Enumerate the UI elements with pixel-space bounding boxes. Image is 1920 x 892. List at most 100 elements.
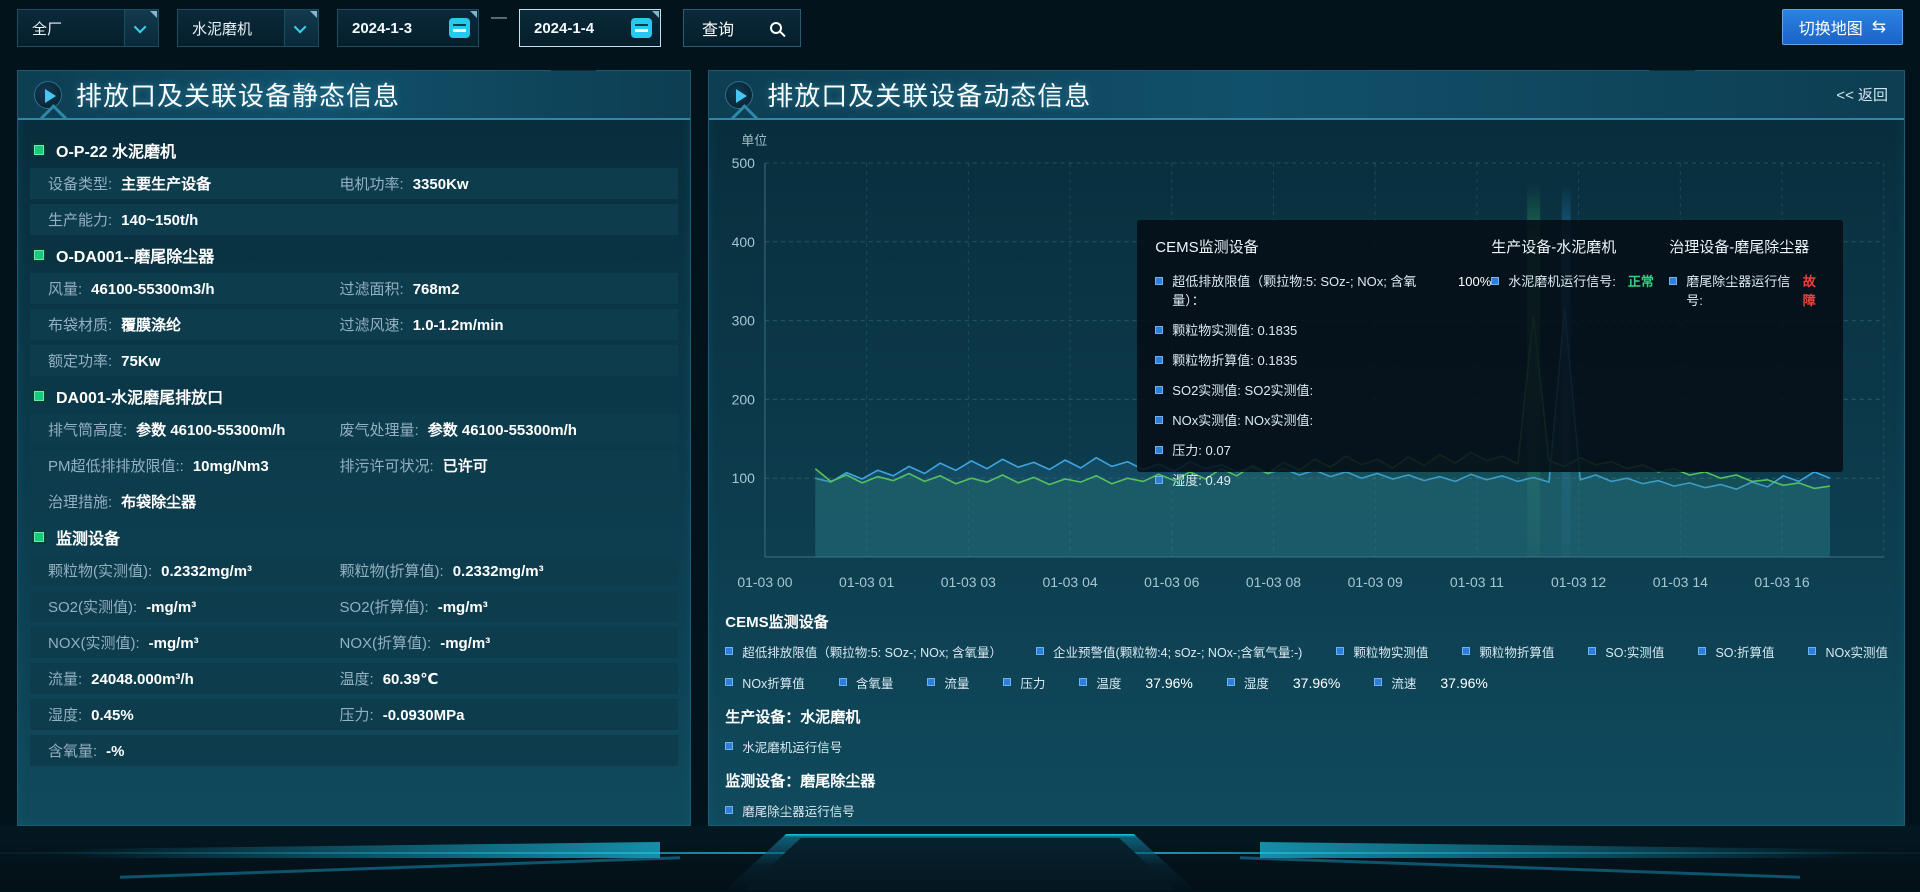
field-value: -mg/m³ — [146, 599, 196, 616]
field-label: 治理措施: — [48, 491, 112, 512]
legend-item-label: 颗粒物折算值 — [1479, 642, 1554, 661]
section-bullet-icon — [34, 391, 44, 401]
legend-item-label: 超低排放限值（颗拉物:5: SOz-; NOx; 含氧量） — [742, 642, 1002, 661]
y-tick-label: 100 — [732, 470, 756, 486]
legend-heading-cems: CEMS监测设备 — [725, 611, 1888, 632]
tooltip-cems-items: 超低排放限值（颗拉物:5: SOz-; NOx; 含氧量）：100%颗粒物实测值… — [1155, 271, 1491, 489]
legend-marker-icon — [1155, 416, 1163, 424]
legend-item[interactable]: 流量 — [927, 673, 969, 692]
tooltip-item-text: 湿度: 0.49 — [1172, 470, 1231, 489]
legend-item-label: SO:实测值 — [1605, 642, 1664, 661]
field-value: 46100-55300m3/h — [91, 281, 214, 298]
legend-marker-icon — [725, 806, 733, 814]
query-button[interactable]: 查询 — [683, 9, 801, 47]
field-label: 压力: — [340, 704, 374, 725]
legend-item[interactable]: NOx实测值 — [1808, 642, 1888, 661]
footer-decoration — [0, 826, 1920, 890]
legend-area: CEMS监测设备 超低排放限值（颗拉物:5: SOz-; NOx; 含氧量） 企业… — [709, 601, 1904, 820]
legend-marker-icon — [1155, 476, 1163, 484]
x-tick-label: 01-03 01 — [839, 574, 894, 590]
legend-item[interactable]: 超低排放限值（颗拉物:5: SOz-; NOx; 含氧量） — [725, 642, 1002, 661]
tooltip-cems-column: CEMS监测设备 超低排放限值（颗拉物:5: SOz-; NOx; 含氧量）：1… — [1155, 236, 1491, 456]
info-cell: 湿度:0.45% — [48, 704, 340, 725]
legend-item[interactable]: NOx折算值 — [725, 673, 805, 692]
info-cell: 额定功率:75Kw — [48, 350, 340, 371]
device-select-arrow — [284, 10, 318, 46]
field-label: 生产能力: — [48, 209, 112, 230]
tooltip-item-text: 颗粒物折算值: 0.1835 — [1172, 350, 1297, 369]
field-label: 含氧量: — [48, 740, 97, 761]
legend-marker-icon — [1374, 678, 1382, 686]
legend-heading-monitor: 监测设备：磨尾除尘器 — [725, 770, 1888, 791]
info-row: 流量:24048.000m³/h温度:60.39℃ — [30, 663, 678, 694]
tooltip-item-text: 颗粒物实测值: 0.1835 — [1172, 320, 1297, 339]
legend-marker-icon — [1079, 678, 1087, 686]
legend-item[interactable]: 颗粒物实测值 — [1336, 642, 1428, 661]
y-tick-label: 400 — [732, 234, 756, 250]
legend-item[interactable]: 温度37.96% — [1079, 673, 1193, 692]
legend-item[interactable]: 含氧量 — [839, 673, 894, 692]
field-label: 额定功率: — [48, 350, 112, 371]
chevron-down-icon — [134, 20, 147, 33]
date-from-input[interactable]: 2024-1-3 — [337, 9, 479, 47]
info-cell: 生产能力: 140~150t/h — [48, 209, 340, 230]
switch-map-button[interactable]: 切换地图 ⇆ — [1782, 9, 1903, 45]
legend-item-label: 水泥磨机运行信号 — [742, 737, 842, 756]
info-cell: NOX(折算值):-mg/m³ — [340, 632, 669, 653]
device-select[interactable]: 水泥磨机 — [177, 9, 319, 47]
y-tick-label: 300 — [732, 313, 756, 329]
field-label: 流量: — [48, 668, 82, 689]
legend-item[interactable]: 企业预警值(颗粒物:4; sOz-; NOx-;含氧气量:-) — [1036, 642, 1302, 661]
legend-marker-icon — [725, 647, 733, 655]
legend-item[interactable]: 颗粒物折算值 — [1462, 642, 1554, 661]
legend-marker-icon — [1155, 446, 1163, 454]
legend-item[interactable]: 流速37.96% — [1374, 673, 1488, 692]
field-label: 排污许可状况: — [340, 455, 434, 476]
plant-select[interactable]: 全厂 — [17, 9, 159, 47]
info-cell: 排污许可状况:已许可 — [340, 455, 669, 476]
legend-item-monitor-signal[interactable]: 磨尾除尘器运行信号 — [725, 801, 1888, 820]
legend-item-value: 37.96% — [1145, 675, 1192, 691]
legend-marker-icon — [1155, 277, 1163, 285]
info-cell: SO2(实测值):-mg/m³ — [48, 596, 340, 617]
switch-map-label: 切换地图 — [1799, 15, 1863, 39]
signal-label: 水泥磨机运行信号: — [1508, 271, 1616, 290]
legend-item[interactable]: SO:折算值 — [1698, 642, 1774, 661]
info-cell: 含氧量:-% — [48, 740, 340, 761]
info-cell: 布袋材质:覆膜涤纶 — [48, 314, 340, 335]
section-header: 监测设备 — [34, 522, 678, 552]
tooltip-item-text: SO2实测值: SO2实测值: — [1172, 380, 1313, 399]
legend-marker-icon — [1808, 647, 1816, 655]
field-label: 设备类型: — [48, 173, 112, 194]
play-icon — [725, 81, 753, 109]
legend-marker-icon — [1155, 386, 1163, 394]
x-tick-label: 01-03 00 — [738, 574, 793, 590]
chart-tooltip: CEMS监测设备 超低排放限值（颗拉物:5: SOz-; NOx; 含氧量）：1… — [1137, 220, 1843, 472]
date-to-value: 2024-1-4 — [534, 20, 594, 37]
back-link[interactable]: << 返回 — [1836, 84, 1888, 105]
tooltip-production-title: 生产设备-水泥磨机 — [1491, 236, 1669, 257]
legend-marker-icon — [725, 678, 733, 686]
x-tick-label: 01-03 12 — [1551, 574, 1606, 590]
legend-item[interactable]: SO:实测值 — [1588, 642, 1664, 661]
field-label: 布袋材质: — [48, 314, 112, 335]
legend-item[interactable]: 湿度37.96% — [1227, 673, 1341, 692]
info-row: PM超低排排放限值::10mg/Nm3排污许可状况:已许可 — [30, 450, 678, 481]
legend-marker-icon — [839, 678, 847, 686]
date-to-input[interactable]: 2024-1-4 — [519, 9, 661, 47]
info-row: 风量:46100-55300m3/h过滤面积:768m2 — [30, 273, 678, 304]
legend-item[interactable]: 压力 — [1003, 673, 1045, 692]
tooltip-treatment-title: 治理设备-磨尾除尘器 — [1669, 236, 1825, 257]
info-row: 颗粒物(实测值):0.2332mg/m³颗粒物(折算值):0.2332mg/m³ — [30, 555, 678, 586]
legend-item-value: 37.96% — [1293, 675, 1340, 691]
plant-select-value: 全厂 — [32, 18, 62, 39]
field-label: PM超低排排放限值:: — [48, 455, 184, 476]
field-value: 140~150t/h — [121, 212, 198, 229]
field-label: 温度: — [340, 668, 374, 689]
tooltip-item: 磨尾除尘器运行信号: 故障 — [1669, 271, 1825, 309]
section-title: 监测设备 — [56, 525, 120, 549]
legend-item-production-signal[interactable]: 水泥磨机运行信号 — [725, 737, 1888, 756]
field-value: -mg/m³ — [149, 635, 199, 652]
signal-value-fault: 故障 — [1803, 271, 1826, 309]
section-title: O-DA001--磨尾除尘器 — [56, 243, 214, 267]
